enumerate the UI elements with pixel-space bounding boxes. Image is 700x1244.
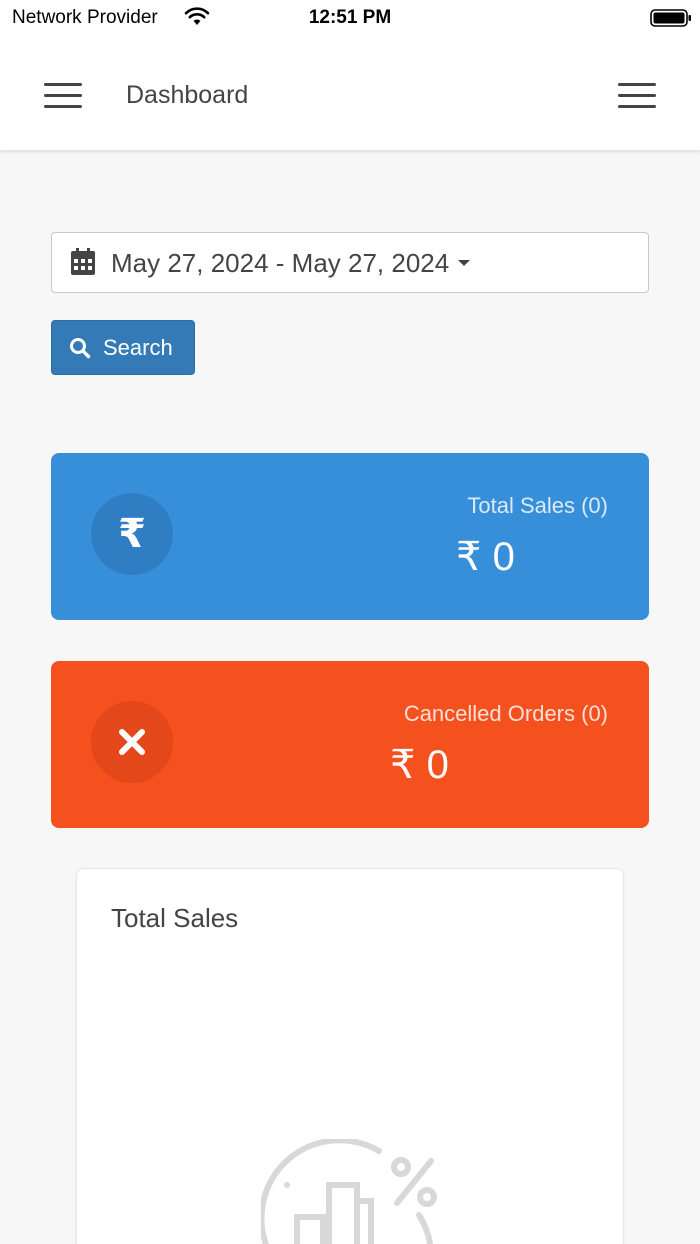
cancelled-orders-label: Cancelled Orders (0) [403,701,608,726]
status-bar: Network Provider 12:51 PM [0,0,700,36]
cancelled-orders-card: Cancelled Orders (0) ₹ 0 [51,661,649,828]
date-range-picker[interactable]: May 27, 2024 - May 27, 2024 [51,232,649,293]
total-sales-chart-panel: Total Sales [76,868,624,1244]
options-menu-icon[interactable] [618,83,656,109]
search-button-label: Search [103,335,173,360]
rupee-icon-circle: ₹ [91,493,173,575]
hamburger-menu-icon[interactable] [44,83,82,109]
total-sales-label: Total Sales (0) [467,493,608,518]
date-range-value: May 27, 2024 - May 27, 2024 [111,248,450,278]
app-header: Dashboard [0,36,700,151]
page-title: Dashboard [126,81,249,109]
chart-title: Total Sales [111,903,239,933]
caret-down-icon [458,260,470,266]
search-button[interactable]: Search [51,320,195,375]
rupee-icon: ₹ [118,512,146,556]
cancelled-orders-value: ₹ 0 [390,743,449,787]
empty-chart-icon [261,1139,437,1244]
total-sales-card: ₹ Total Sales (0) ₹ 0 [51,453,649,620]
calendar-icon [71,248,95,275]
status-time: 12:51 PM [308,7,392,28]
close-icon-circle [91,701,173,783]
close-icon [119,729,145,755]
total-sales-value: ₹ 0 [456,535,515,579]
search-icon [70,338,91,359]
battery-icon [650,9,691,27]
